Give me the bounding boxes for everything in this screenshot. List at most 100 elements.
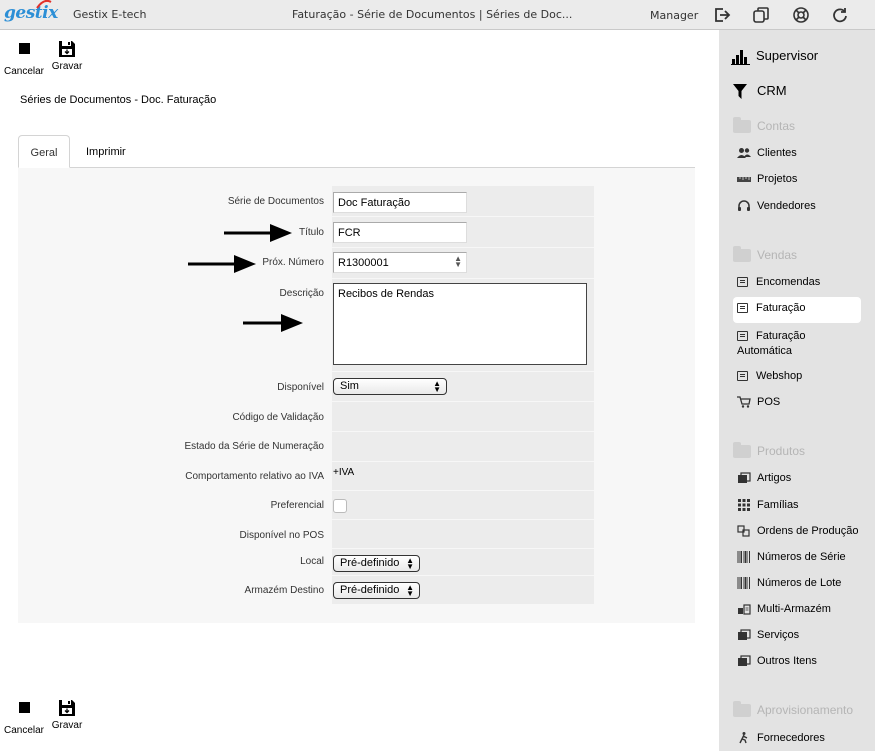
local-select[interactable]: Pré-definido ▲ ▼ — [333, 555, 420, 572]
form-cell — [332, 520, 594, 548]
disponivel-label: Disponível — [277, 382, 324, 393]
comportamento-iva-label: Comportamento relativo ao IVA — [185, 471, 324, 482]
windows-icon[interactable] — [752, 6, 770, 24]
sidebar-item-label: Números de Série — [757, 551, 846, 563]
barcode-icon — [737, 577, 750, 590]
app-name: Gestix E-tech — [73, 8, 147, 21]
preferencial-label: Preferencial — [270, 500, 324, 511]
tab-imprimir[interactable]: Imprimir — [86, 135, 126, 168]
document-icon — [737, 277, 748, 288]
page-title: Séries de Documentos - Doc. Faturação — [20, 94, 217, 106]
sidebar-item-projetos[interactable]: Projetos — [737, 173, 797, 185]
sidebar-item-label: Vendedores — [757, 200, 816, 212]
cancel-button[interactable]: Cancelar — [2, 38, 46, 77]
boxes-icon — [738, 629, 751, 641]
tab-geral[interactable]: Geral — [18, 135, 70, 168]
sidebar-item-faturacao[interactable]: Faturação — [737, 302, 806, 314]
sidebar-item-servicos[interactable]: Serviços — [737, 629, 799, 641]
users-icon — [737, 148, 751, 159]
sidebar-item-numeros-serie[interactable]: Números de Série — [737, 551, 846, 564]
sidebar-item-artigos[interactable]: Artigos — [737, 472, 791, 484]
sidebar-item-crm[interactable]: CRM — [733, 83, 787, 100]
spinner-arrows-icon[interactable]: ▲ ▼ — [454, 255, 462, 269]
window-title: Faturação - Série de Documentos | Séries… — [292, 8, 573, 21]
user-name[interactable]: Manager — [650, 9, 698, 22]
titulo-label: Título — [298, 227, 324, 238]
logout-icon[interactable] — [713, 6, 731, 24]
form-cell — [332, 432, 594, 461]
folder-icon — [733, 117, 751, 134]
sidebar-item-label: Artigos — [757, 472, 792, 484]
sidebar-item-ordens-producao[interactable]: Ordens de Produção — [737, 525, 859, 537]
disponivel-select[interactable]: Sim ▲ ▼ — [333, 378, 447, 395]
sidebar-item-faturacao-automatica[interactable]: Faturação Automática — [737, 329, 847, 359]
sidebar-item-label: Faturação — [756, 302, 806, 314]
save-label: Gravar — [51, 720, 83, 731]
sidebar-item-label: Supervisor — [756, 48, 819, 63]
section-title: Aprovisionamento — [757, 703, 854, 717]
barcode-icon — [737, 551, 750, 564]
sidebar-item-label: Clientes — [757, 147, 797, 159]
serie-input[interactable]: Doc Faturação — [333, 192, 467, 213]
logo-swoosh-icon — [36, 0, 52, 9]
sidebar-item-numeros-lote[interactable]: Números de Lote — [737, 577, 842, 590]
folder-icon — [733, 442, 751, 459]
select-arrows-icon: ▲ ▼ — [433, 379, 441, 394]
headset-icon — [738, 200, 750, 212]
local-label: Local — [300, 556, 324, 567]
sidebar-item-clientes[interactable]: Clientes — [737, 147, 797, 159]
sidebar-item-label: Multi-Armazém — [757, 603, 831, 615]
sidebar-section-produtos: Produtos — [733, 442, 806, 459]
section-title: Vendas — [757, 248, 798, 262]
cancel-label: Cancelar — [3, 66, 45, 77]
bar-chart-icon — [731, 49, 750, 65]
refresh-icon[interactable] — [831, 6, 849, 24]
section-title: Contas — [757, 119, 796, 133]
sidebar-item-multi-armazem[interactable]: Multi-Armazém — [737, 603, 831, 615]
preferencial-checkbox[interactable] — [333, 499, 347, 513]
sidebar-item-webshop[interactable]: Webshop — [737, 370, 802, 382]
sidebar-item-outros-itens[interactable]: Outros Itens — [737, 655, 817, 667]
sidebar-item-label: Serviços — [757, 629, 800, 641]
save-button[interactable]: Gravar — [45, 38, 89, 74]
sidebar-item-label: Outros Itens — [757, 655, 817, 667]
sidebar-item-encomendas[interactable]: Encomendas — [737, 276, 820, 288]
funnel-icon — [733, 83, 747, 99]
sidebar-item-fornecedores[interactable]: Fornecedores — [737, 732, 825, 744]
ruler-icon — [737, 177, 751, 183]
document-icon — [737, 371, 748, 382]
boxes-icon — [738, 472, 751, 484]
armazem-destino-value: Pré-definido — [340, 584, 400, 596]
sidebar-item-familias[interactable]: Famílias — [737, 499, 799, 512]
sidebar-item-label: Webshop — [756, 370, 803, 382]
stop-icon — [18, 702, 30, 713]
prox-numero-label: Próx. Número — [262, 257, 324, 268]
sidebar-item-supervisor[interactable]: Supervisor — [731, 48, 818, 65]
prox-numero-stepper[interactable]: R1300001 ▲ ▼ — [333, 252, 467, 273]
select-arrows-icon: ▲ ▼ — [406, 556, 414, 571]
sidebar-item-label: Projetos — [757, 173, 798, 185]
section-title: Produtos — [757, 444, 806, 458]
sidebar-section-vendas: Vendas — [733, 246, 798, 263]
armazem-destino-label: Armazém Destino — [244, 585, 324, 596]
sidebar-item-pos[interactable]: POS — [737, 396, 780, 408]
sidebar — [719, 30, 875, 751]
sidebar-section-contas: Contas — [733, 117, 796, 134]
help-lifebuoy-icon[interactable] — [792, 6, 810, 24]
select-arrows-icon: ▲ ▼ — [406, 583, 414, 598]
cancel-button-bottom[interactable]: Cancelar — [2, 697, 46, 736]
annotation-arrow-icon — [243, 314, 303, 332]
armazem-destino-select[interactable]: Pré-definido ▲ ▼ — [333, 582, 420, 599]
save-button-bottom[interactable]: Gravar — [45, 697, 89, 733]
titulo-input[interactable]: FCR — [333, 222, 467, 243]
comportamento-iva-value: +IVA — [333, 467, 355, 478]
sidebar-item-label: Encomendas — [756, 276, 821, 288]
folder-icon — [733, 701, 751, 718]
tab-bar: Geral Imprimir — [18, 135, 695, 168]
form-cell — [332, 402, 594, 431]
descricao-textarea[interactable]: Recibos de Rendas — [333, 283, 587, 365]
descricao-label: Descrição — [279, 288, 324, 299]
sidebar-item-vendedores[interactable]: Vendedores — [737, 200, 816, 212]
prox-numero-value: R1300001 — [338, 257, 389, 269]
sidebar-item-label: Números de Lote — [757, 577, 842, 589]
